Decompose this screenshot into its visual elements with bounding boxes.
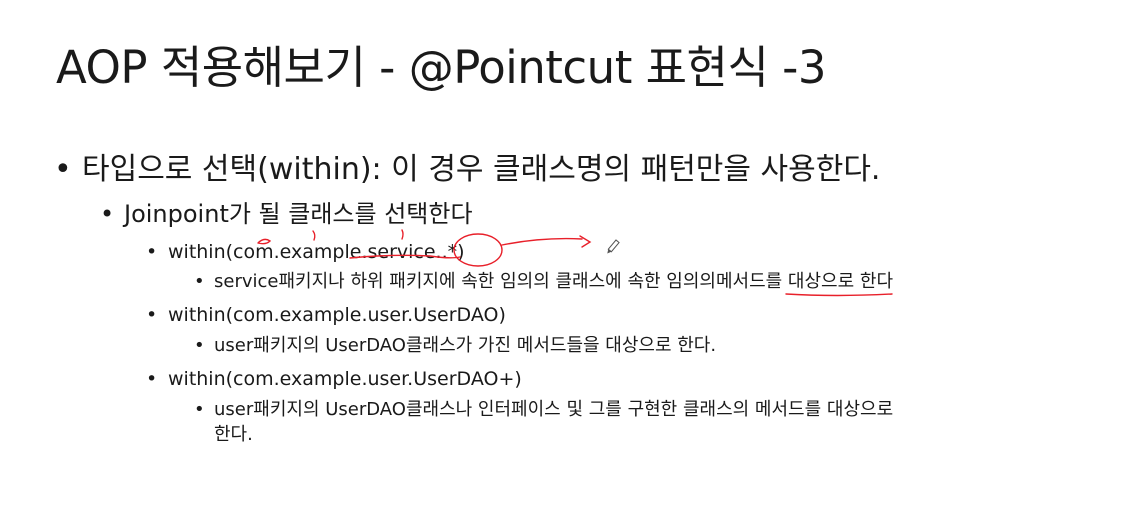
bullet-icon: •	[146, 368, 158, 390]
annotation-tick-mark	[401, 229, 404, 240]
bullet-icon: •	[194, 271, 205, 292]
within-userdao-description: user패키지의 UserDAO클래스가 가진 메서드들을 대상으로 한다.	[214, 335, 717, 356]
within-userdao-plus-description-continuation: 한다.	[214, 424, 253, 445]
within-service-description: service패키지나 하위 패키지에 속한 임의의 클래스에 속한 임의의메서…	[214, 271, 894, 292]
within-userdao-plus-description: user패키지의 UserDAO클래스나 인터페이스 및 그를 구현한 클래스의…	[214, 399, 894, 420]
bullet-level2-text: Joinpoint가 될 클래스를 선택한다	[124, 200, 473, 228]
bullet-icon: •	[194, 335, 205, 356]
pen-cursor-icon	[607, 239, 620, 254]
slide: AOP 적용해보기 - @Pointcut 표현식 -3 • 타입으로 선택(w…	[0, 0, 1133, 527]
bullet-icon: •	[146, 241, 158, 263]
bullet-icon: •	[54, 152, 72, 187]
bullet-level1-text: 타입으로 선택(within): 이 경우 클래스명의 패턴만을 사용한다.	[82, 152, 881, 187]
within-expression-userdao-plus: within(com.example.user.UserDAO+)	[168, 368, 522, 390]
bullet-icon: •	[194, 399, 205, 420]
annotation-arrow-line	[501, 237, 583, 246]
bullet-icon: •	[100, 200, 115, 228]
bullet-icon: •	[146, 304, 158, 326]
within-expression-service: within(com.example.service..*)	[168, 241, 465, 263]
annotation-arrow-head	[579, 235, 592, 248]
within-expression-userdao: within(com.example.user.UserDAO)	[168, 304, 506, 326]
annotation-underline-method	[785, 293, 893, 297]
slide-title: AOP 적용해보기 - @Pointcut 표현식 -3	[56, 41, 827, 94]
